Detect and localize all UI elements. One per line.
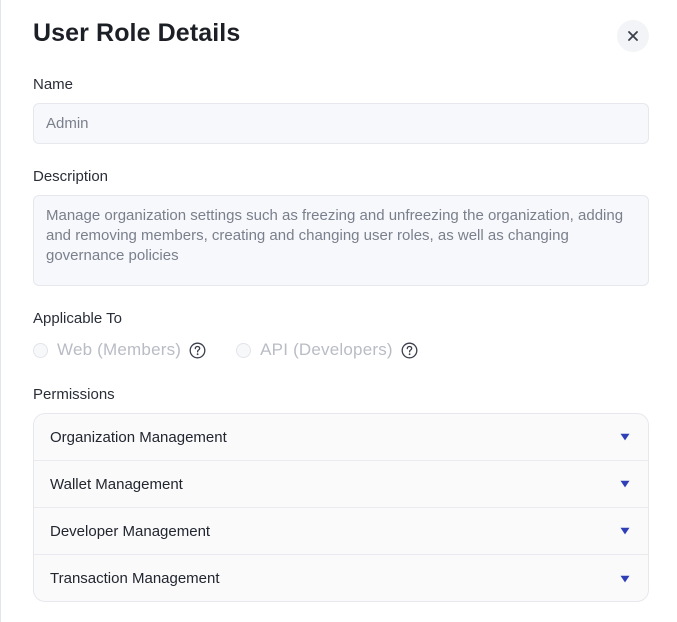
permission-label: Wallet Management: [50, 475, 183, 493]
radio-label: Web (Members): [57, 340, 182, 359]
permission-item-organization-management[interactable]: Organization Management: [34, 414, 648, 461]
permission-label: Transaction Management: [50, 570, 220, 587]
permission-item-transaction-management[interactable]: Transaction Management: [34, 555, 648, 601]
radio-option-web-members[interactable]: Web (Members): [33, 340, 206, 360]
caret-down-icon[interactable]: [620, 433, 630, 441]
close-icon: [628, 31, 638, 41]
question-circle-icon[interactable]: [189, 342, 206, 359]
caret-down-icon[interactable]: [620, 480, 630, 488]
close-button[interactable]: [617, 20, 649, 52]
description-label: Description: [33, 168, 109, 185]
dialog-title: User Role Details: [33, 19, 241, 47]
name-label: Name: [33, 76, 74, 93]
permissions-accordion: Organization Management Wallet Managemen…: [33, 413, 649, 602]
radio-button[interactable]: [236, 342, 252, 358]
radio-button[interactable]: [33, 342, 48, 358]
question-circle-icon[interactable]: [401, 342, 418, 359]
user-role-details-dialog: User Role Details Name Admin Description…: [0, 0, 677, 622]
description-field[interactable]: Manage organization settings such as fre…: [33, 195, 649, 286]
radio-label: API (Developers): [260, 340, 393, 359]
caret-down-icon[interactable]: [620, 527, 630, 535]
permission-label: Organization Management: [50, 428, 227, 446]
applicable-to-radio-group: Web (Members) API (Developers): [33, 339, 448, 361]
permissions-label: Permissions: [33, 386, 115, 403]
permission-item-developer-management[interactable]: Developer Management: [34, 508, 648, 555]
radio-option-api-developers[interactable]: API (Developers): [236, 340, 418, 360]
permission-item-wallet-management[interactable]: Wallet Management: [34, 461, 648, 508]
permission-label: Developer Management: [50, 522, 211, 540]
applicable-to-label: Applicable To: [33, 310, 122, 327]
name-field[interactable]: Admin: [33, 103, 649, 144]
caret-down-icon[interactable]: [620, 575, 630, 583]
